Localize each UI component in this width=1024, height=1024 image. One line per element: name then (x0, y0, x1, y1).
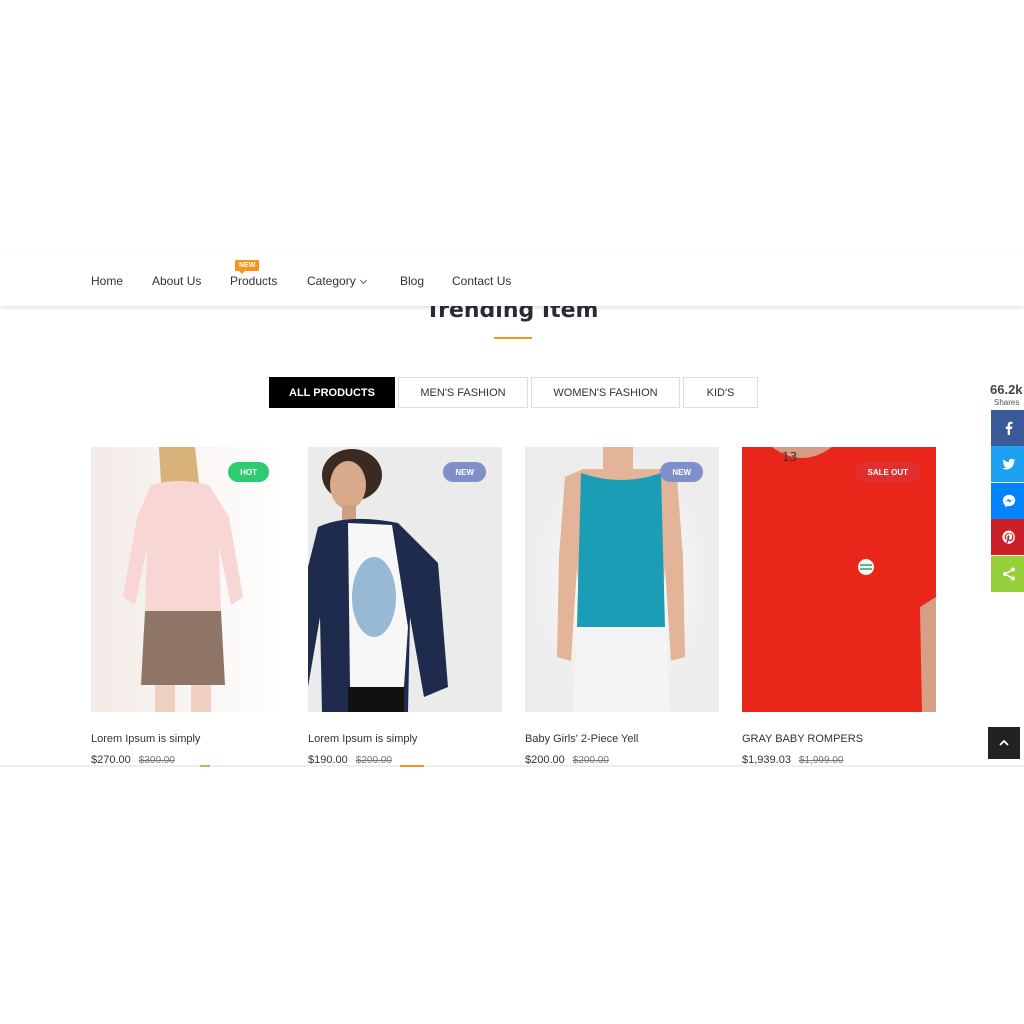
chevron-down-icon (359, 276, 367, 285)
nav-category-label: Category (307, 274, 356, 288)
tab-mens-fashion[interactable]: Men's Fashion (398, 377, 528, 408)
title-underline (494, 337, 532, 339)
badge-new: NEW (443, 462, 486, 482)
facebook-share-button[interactable] (991, 410, 1024, 446)
share-label: Shares (994, 398, 1020, 407)
twitter-icon (1002, 458, 1016, 470)
pinterest-share-button[interactable] (991, 519, 1024, 555)
nav-about-us[interactable]: About Us (152, 274, 201, 288)
product-card[interactable]: 13 SALE OUT GRAY BABY ROMPERS $1,939.03 $… (742, 447, 936, 766)
twitter-share-button[interactable] (991, 446, 1024, 482)
product-card[interactable]: NEW Baby Girls' 2-Piece Yell $200.00 $200… (525, 447, 719, 766)
main-navbar: Home About Us NEW Products Category Blog… (0, 256, 1024, 306)
scroll-to-top-button[interactable] (988, 727, 1020, 759)
product-image[interactable]: 13 SALE OUT (742, 447, 936, 712)
facebook-icon (1005, 421, 1013, 435)
tab-womens-fashion[interactable]: Women's Fashion (531, 377, 680, 408)
woman-pink-cardigan-image (91, 447, 285, 712)
badge-sale-out: SALE OUT (855, 462, 920, 482)
product-name[interactable]: GRAY BABY ROMPERS (742, 733, 863, 745)
product-card[interactable]: HOT Lorem Ipsum is simply $270.00 $300.00 (91, 447, 285, 766)
cutoff-mark (200, 765, 210, 767)
messenger-icon (1002, 494, 1016, 508)
product-image[interactable]: NEW (308, 447, 502, 712)
pinterest-icon (1002, 530, 1015, 544)
nav-category[interactable]: Category (307, 274, 367, 288)
nav-home[interactable]: Home (91, 274, 123, 288)
product-image[interactable]: NEW (525, 447, 719, 712)
man-navy-blazer-image (308, 447, 502, 712)
tab-all-products[interactable]: All Products (269, 377, 395, 408)
product-name[interactable]: Lorem Ipsum is simply (91, 733, 200, 745)
share-count: 66.2k (990, 382, 1023, 397)
product-card[interactable]: NEW Lorem Ipsum is simply $190.00 $200.00 (308, 447, 502, 766)
messenger-share-button[interactable] (991, 483, 1024, 519)
viewport-cutoff-line (0, 765, 1024, 767)
more-share-button[interactable] (991, 556, 1024, 592)
nav-blog[interactable]: Blog (400, 274, 424, 288)
nav-products-label: Products (230, 274, 278, 288)
cutoff-mark (400, 765, 424, 767)
woman-teal-top-image (525, 447, 719, 712)
nav-products[interactable]: NEW Products (230, 260, 278, 288)
badge-new: NEW (660, 462, 703, 482)
svg-text:13: 13 (782, 450, 797, 464)
page: Home About Us NEW Products Category Blog… (0, 0, 1024, 1024)
tab-kids[interactable]: Kid's (683, 377, 758, 408)
product-name[interactable]: Lorem Ipsum is simply (308, 733, 417, 745)
share-icon (1003, 567, 1015, 581)
chevron-up-icon (999, 739, 1009, 746)
nav-contact-us[interactable]: Contact Us (452, 274, 511, 288)
product-image[interactable]: HOT (91, 447, 285, 712)
badge-hot: HOT (228, 462, 269, 482)
red-tshirt-image: 13 (742, 447, 936, 712)
nav-new-badge: NEW (235, 260, 260, 274)
product-name[interactable]: Baby Girls' 2-Piece Yell (525, 733, 638, 745)
